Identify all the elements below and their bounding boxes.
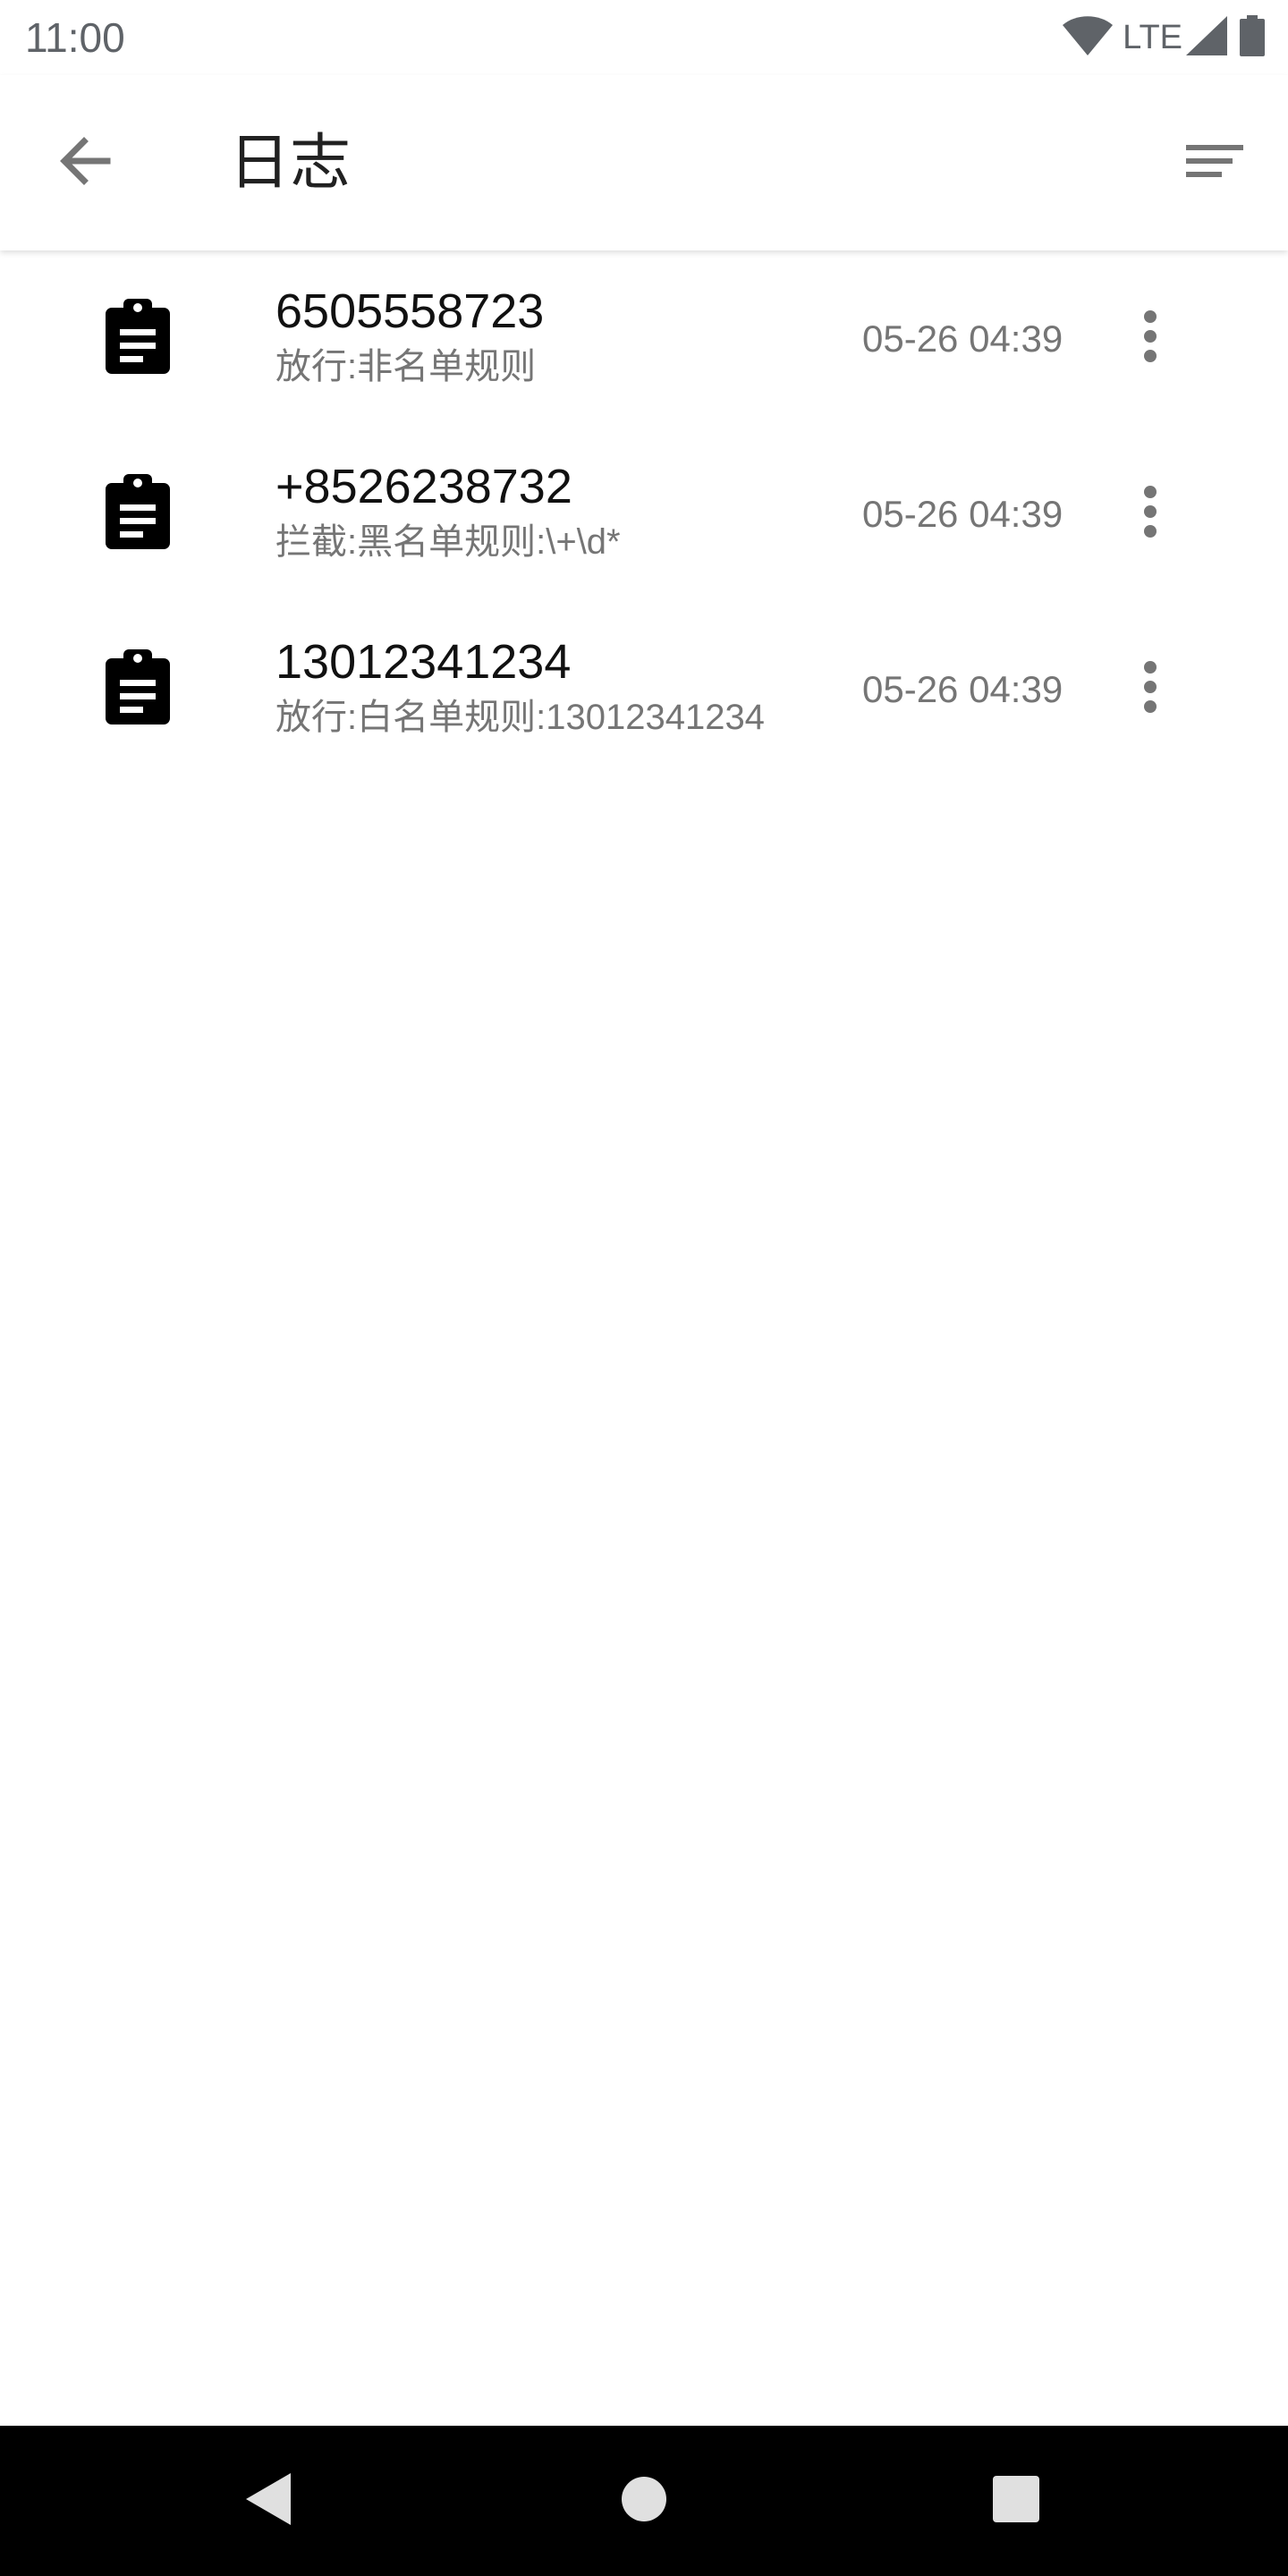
more-options-button[interactable] (1109, 297, 1191, 379)
log-phone-number: +8526238732 (275, 460, 572, 513)
clipboard-icon (106, 299, 170, 374)
arrow-back-icon (57, 136, 111, 191)
sort-icon (1186, 143, 1243, 183)
more-options-button[interactable] (1109, 648, 1191, 730)
screen: 11:00 LTE 日志 6505558723 放行:非名单规则 05-26 0… (0, 0, 1288, 2576)
log-phone-number: 6505558723 (275, 284, 545, 338)
status-time: 11:00 (25, 14, 125, 61)
signal-icon (1186, 15, 1227, 60)
log-list: 6505558723 放行:非名单规则 05-26 04:39 +8526238… (0, 252, 1288, 778)
log-item[interactable]: +8526238732 拦截:黑名单规则:\+\d* 05-26 04:39 (0, 428, 1288, 603)
nav-home-button[interactable] (601, 2458, 687, 2544)
nav-home-icon (621, 2476, 667, 2527)
log-item[interactable]: 13012341234 放行:白名单规则:13012341234 05-26 0… (0, 603, 1288, 778)
log-phone-number: 13012341234 (275, 635, 572, 689)
status-icons: LTE (1062, 13, 1265, 63)
log-rule: 放行:白名单规则:13012341234 (275, 698, 765, 737)
log-time: 05-26 04:39 (862, 318, 1063, 360)
nav-recents-icon (992, 2475, 1040, 2528)
page-title: 日志 (229, 129, 352, 197)
app-bar: 日志 (0, 75, 1288, 250)
log-time: 05-26 04:39 (862, 493, 1063, 535)
nav-back-icon (244, 2471, 292, 2531)
log-rule: 放行:非名单规则 (275, 347, 537, 386)
back-button[interactable] (45, 123, 123, 202)
log-item[interactable]: 6505558723 放行:非名单规则 05-26 04:39 (0, 252, 1288, 428)
sort-button[interactable] (1175, 123, 1254, 202)
clipboard-icon (106, 649, 170, 724)
more-options-button[interactable] (1109, 472, 1191, 555)
nav-recents-button[interactable] (973, 2458, 1059, 2544)
clipboard-icon (106, 474, 170, 549)
more-vert-icon (1143, 660, 1157, 718)
navigation-bar (0, 2426, 1288, 2576)
log-time: 05-26 04:39 (862, 668, 1063, 710)
network-type-label: LTE (1123, 18, 1182, 56)
log-rule: 拦截:黑名单规则:\+\d* (275, 522, 621, 562)
more-vert-icon (1143, 309, 1157, 368)
status-bar: 11:00 LTE (0, 0, 1288, 75)
nav-back-button[interactable] (225, 2458, 311, 2544)
wifi-icon (1062, 15, 1114, 60)
battery-icon (1240, 14, 1265, 61)
more-vert-icon (1143, 485, 1157, 543)
